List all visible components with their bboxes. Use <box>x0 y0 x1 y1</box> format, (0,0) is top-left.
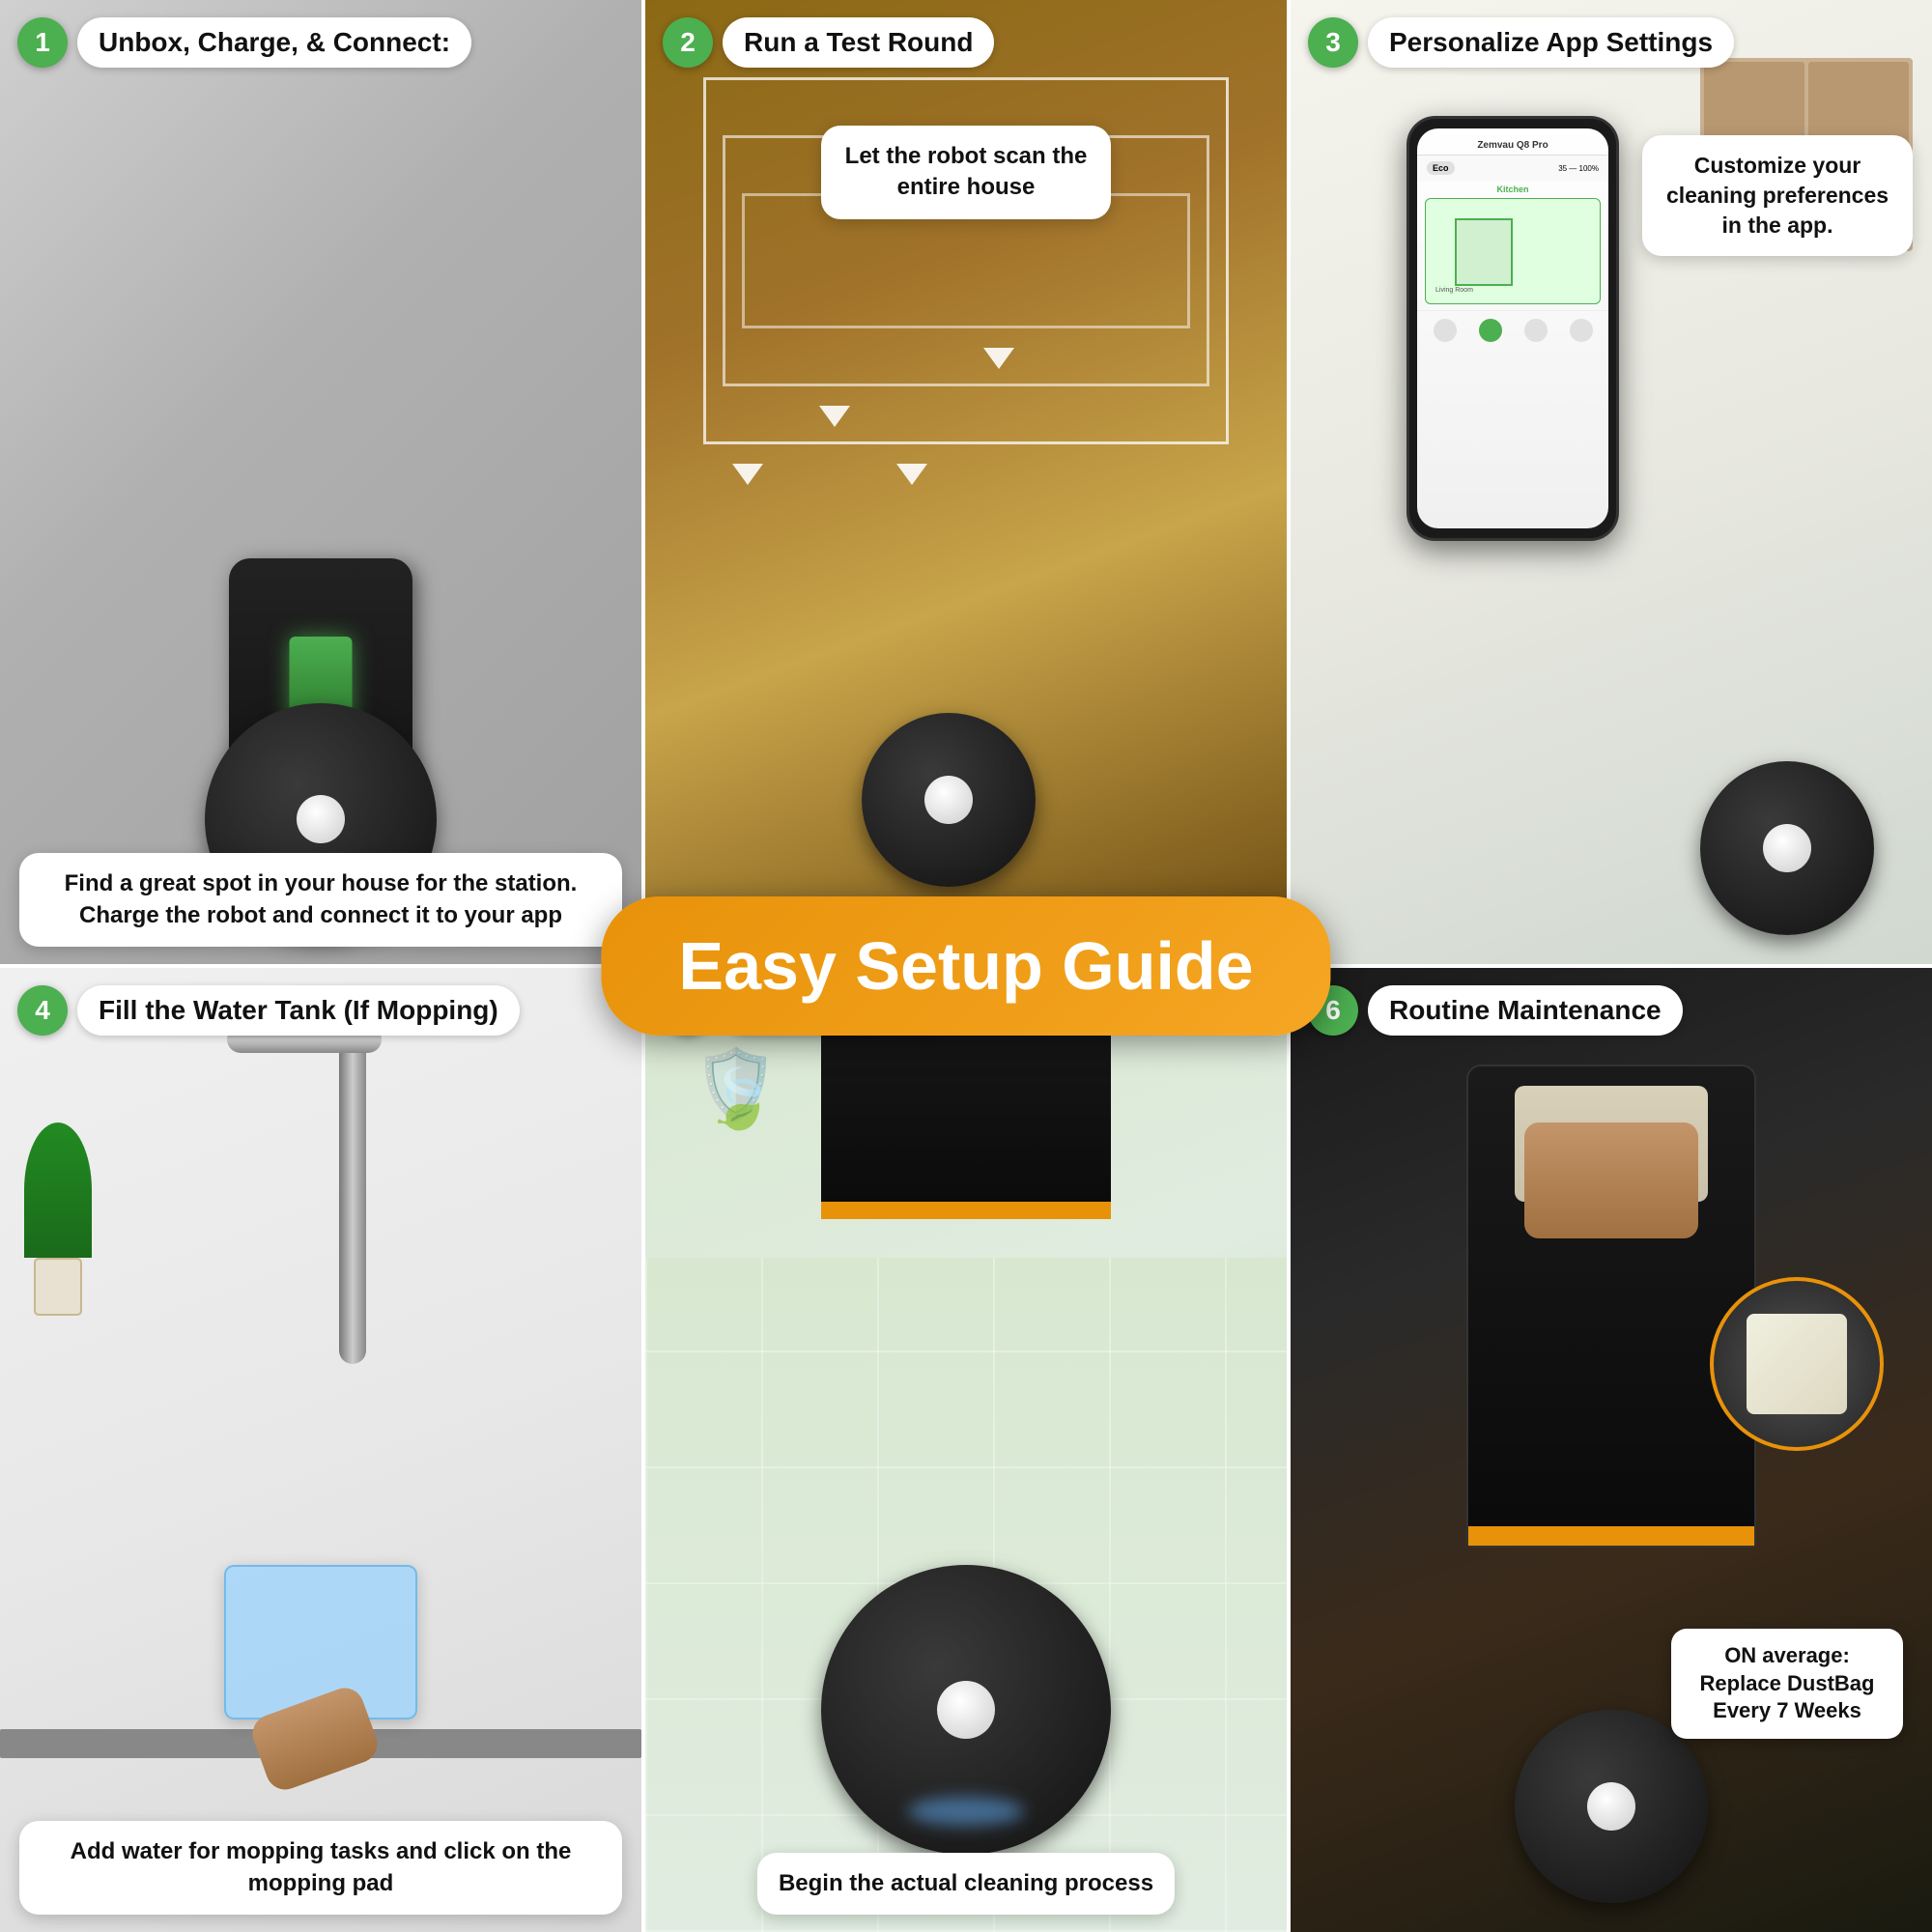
step-4-callout: Add water for mopping tasks and click on… <box>19 1821 622 1915</box>
center-banner: Easy Setup Guide <box>601 896 1330 1036</box>
dustbag-inner <box>1710 1277 1884 1451</box>
step-4-title: Fill the Water Tank (If Mopping) <box>77 985 520 1036</box>
app-bottom-icons <box>1417 310 1608 350</box>
app-icon-3[interactable] <box>1524 319 1548 342</box>
step-1-number: 1 <box>17 17 68 68</box>
step-4-cell: 4 Fill the Water Tank (If Mopping) Add w… <box>0 968 641 1932</box>
eco-bar: Eco 35 — 100% <box>1417 156 1608 181</box>
map-room <box>1455 218 1513 286</box>
step-3-number: 3 <box>1308 17 1358 68</box>
step-2-badge: 2 Run a Test Round <box>663 17 994 68</box>
app-map: Living Room <box>1425 198 1601 304</box>
robot-center-btn-6 <box>1587 1782 1635 1831</box>
robot-center-btn-3 <box>1763 824 1811 872</box>
scan-arrow-2 <box>819 406 850 427</box>
app-icon-1[interactable] <box>1434 319 1457 342</box>
maint-orange-stripe <box>1468 1526 1754 1546</box>
step-5-callout: Begin the actual cleaning process <box>757 1853 1175 1915</box>
step-3-callout: Customize your cleaning preferences in t… <box>1642 135 1913 256</box>
step-6-callout: ON average: Replace DustBag Every 7 Week… <box>1671 1629 1903 1739</box>
robot-center-btn-1 <box>297 795 345 843</box>
scan-arrow-1 <box>732 464 763 485</box>
robot-6 <box>1515 1710 1708 1903</box>
phone-screen: Zemvau Q8 Pro Eco 35 — 100% Kitchen Livi… <box>1417 128 1608 528</box>
step-4-badge: 4 Fill the Water Tank (If Mopping) <box>17 985 520 1036</box>
robot-2 <box>862 713 1036 887</box>
robot-light <box>908 1797 1024 1826</box>
step-1-cell: 1 Unbox, Charge, & Connect: Find a great… <box>0 0 641 964</box>
step-1-callout: Find a great spot in your house for the … <box>19 853 622 947</box>
step-1-title: Unbox, Charge, & Connect: <box>77 17 471 68</box>
center-banner-text: Easy Setup Guide <box>678 927 1253 1005</box>
leaf-icon: 🍃 <box>703 1065 776 1133</box>
step-2-cell: 2 Run a Test Round Let the robot scan th… <box>645 0 1287 964</box>
step-2-number: 2 <box>663 17 713 68</box>
step-2-title: Run a Test Round <box>723 17 994 68</box>
step-4-number: 4 <box>17 985 68 1036</box>
step-5-cell: 5 Start Cleaning 🛡️ 🍃 Begin the actual c… <box>645 968 1287 1932</box>
sink-bg <box>0 968 641 1932</box>
step-3-title: Personalize App Settings <box>1368 17 1734 68</box>
room-label: Kitchen <box>1417 181 1608 198</box>
robot-5 <box>821 1565 1111 1855</box>
scan-arrow-4 <box>983 348 1014 369</box>
step-2-callout: Let the robot scan the entire house <box>821 126 1111 219</box>
app-icon-4[interactable] <box>1570 319 1593 342</box>
percentage: 35 — 100% <box>1558 164 1599 173</box>
station-orange-5 <box>821 1202 1111 1219</box>
step-6-badge: 6 Routine Maintenance <box>1308 985 1683 1036</box>
step-6-title: Routine Maintenance <box>1368 985 1683 1036</box>
plant-leaves <box>24 1122 92 1258</box>
phone-mockup: Zemvau Q8 Pro Eco 35 — 100% Kitchen Livi… <box>1406 116 1619 541</box>
robot-3 <box>1700 761 1874 935</box>
step-3-cell: 3 Personalize App Settings Zemvau Q8 Pro… <box>1291 0 1932 964</box>
living-room-label: Living Room <box>1435 287 1473 294</box>
step-6-cell: 6 Routine Maintenance ON average: Replac… <box>1291 968 1932 1932</box>
robot-center-btn-5 <box>937 1681 995 1739</box>
step-3-badge: 3 Personalize App Settings <box>1308 17 1734 68</box>
step-1-badge: 1 Unbox, Charge, & Connect: <box>17 17 471 68</box>
app-header: Zemvau Q8 Pro <box>1417 128 1608 156</box>
eco-label: Eco <box>1427 161 1455 175</box>
plant-pot <box>34 1258 82 1316</box>
scan-arrow-3 <box>896 464 927 485</box>
app-icon-2[interactable] <box>1479 319 1502 342</box>
plant <box>10 1122 106 1316</box>
robot-center-btn-2 <box>924 776 973 824</box>
hands-maintenance <box>1524 1122 1698 1238</box>
faucet-vertical <box>339 1026 366 1364</box>
